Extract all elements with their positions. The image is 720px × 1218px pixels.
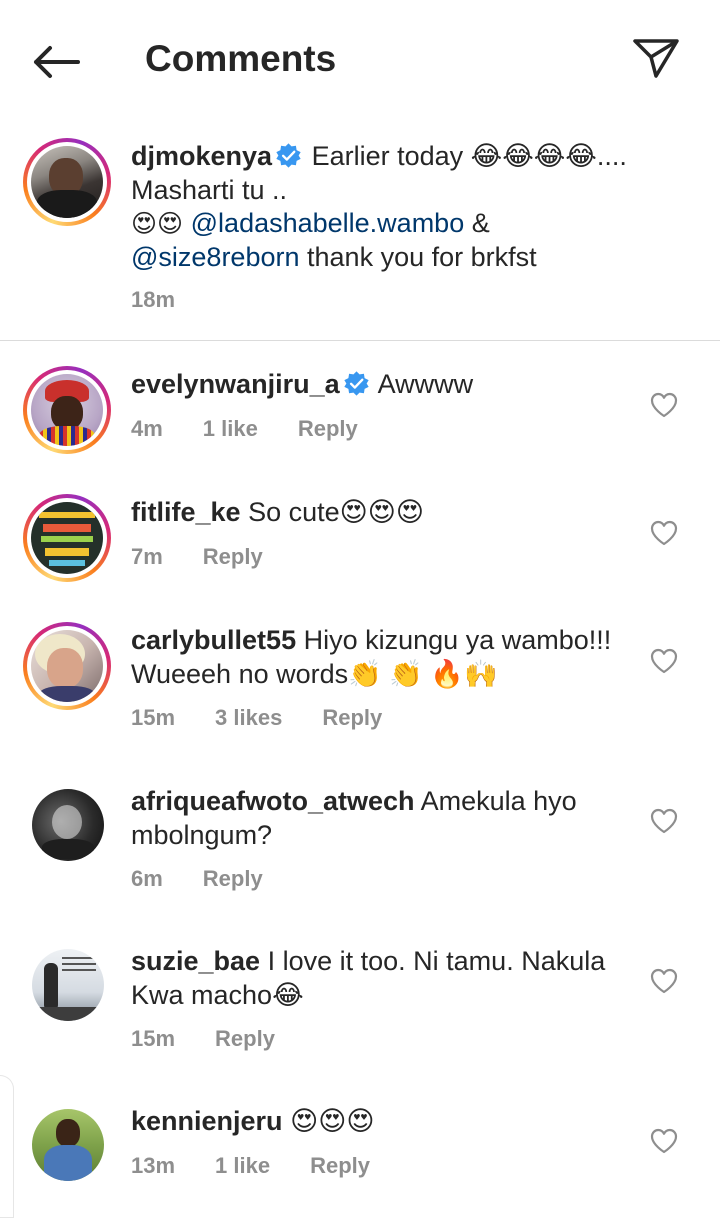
comment-timestamp: 4m — [131, 416, 163, 441]
caption-ampersand: & — [471, 208, 490, 238]
comment-meta: 15m Reply — [131, 1026, 315, 1052]
comment-body: afriqueafwoto_atwech Amekula hyo mbolngu… — [131, 785, 631, 852]
reply-button[interactable]: Reply — [322, 705, 382, 731]
verified-badge-icon — [343, 371, 369, 396]
comment-timestamp: 13m — [131, 1153, 176, 1178]
comment-meta: 15m 3 likes Reply — [131, 705, 422, 731]
comment-username[interactable]: evelynwanjiru_a — [131, 369, 340, 399]
back-button[interactable] — [30, 40, 82, 84]
like-count[interactable]: 1 like — [215, 1153, 270, 1179]
avatar[interactable] — [23, 138, 111, 226]
mention-link[interactable]: @ladashabelle.wambo — [191, 208, 465, 238]
avatar[interactable] — [32, 789, 104, 861]
comment-meta: 7m Reply — [131, 544, 303, 570]
avatar[interactable] — [32, 949, 104, 1021]
comment-username[interactable]: afriqueafwoto_atwech — [131, 786, 415, 816]
reply-button[interactable]: Reply — [298, 416, 358, 442]
post-caption: djmokenya Earlier today 😂😂😂😂.... Mashart… — [131, 140, 691, 274]
reply-button[interactable]: Reply — [203, 866, 263, 892]
comment-timestamp: 7m — [131, 544, 163, 569]
caption-username[interactable]: djmokenya — [131, 141, 272, 171]
reply-button[interactable]: Reply — [310, 1153, 370, 1179]
comment-timestamp: 15m — [131, 1026, 176, 1051]
side-edge-handle[interactable] — [0, 1075, 14, 1218]
comment-meta: 13m 1 like Reply — [131, 1153, 410, 1179]
reply-button[interactable]: Reply — [215, 1026, 275, 1052]
comment-username[interactable]: kennienjeru — [131, 1106, 283, 1136]
caption-emoji: 😍😍 — [131, 209, 184, 238]
caption-timestamp: 18m — [131, 287, 176, 312]
comment-text: 😍😍😍 — [290, 1106, 375, 1136]
comment-body: suzie_bae I love it too. Ni tamu. Nakula… — [131, 945, 631, 1012]
heart-outline-icon[interactable] — [650, 648, 678, 674]
comment-text: Awwww — [377, 369, 474, 399]
comment-username[interactable]: fitlife_ke — [131, 497, 241, 527]
comment-meta: 4m 1 like Reply — [131, 416, 398, 442]
like-count[interactable]: 3 likes — [215, 705, 282, 731]
comment-username[interactable]: carlybullet55 — [131, 625, 296, 655]
paper-plane-icon — [633, 39, 679, 78]
comment-text: So cute😍😍😍 — [248, 497, 425, 527]
comment-body: kennienjeru 😍😍😍 — [131, 1105, 631, 1139]
heart-outline-icon[interactable] — [650, 1128, 678, 1154]
like-count[interactable]: 1 like — [203, 416, 258, 442]
comment-meta: 6m Reply — [131, 866, 303, 892]
caption-line-4: thank you for brkfst — [307, 241, 537, 272]
mention-link[interactable]: @size8reborn — [131, 242, 300, 272]
avatar[interactable] — [23, 366, 111, 454]
heart-outline-icon[interactable] — [650, 968, 678, 994]
heart-outline-icon[interactable] — [650, 520, 678, 546]
arrow-left-icon — [34, 46, 80, 78]
avatar[interactable] — [32, 1109, 104, 1181]
comment-timestamp: 15m — [131, 705, 176, 730]
comment-username[interactable]: suzie_bae — [131, 946, 260, 976]
comment-body: fitlife_ke So cute😍😍😍 — [131, 496, 631, 530]
heart-outline-icon[interactable] — [650, 392, 678, 418]
comment-body: carlybullet55 Hiyo kizungu ya wambo!!! W… — [131, 624, 631, 691]
page-title: Comments — [145, 38, 337, 79]
header-bar: Comments — [0, 0, 720, 120]
caption-line-2: Masharti tu .. — [131, 174, 288, 205]
share-button[interactable] — [628, 32, 684, 84]
reply-button[interactable]: Reply — [203, 544, 263, 570]
divider — [0, 340, 720, 341]
verified-badge-icon — [276, 143, 301, 168]
caption-line-1: Earlier today 😂😂😂😂.... — [311, 141, 627, 171]
comment-timestamp: 6m — [131, 866, 163, 891]
comment-body: evelynwanjiru_a Awwww — [131, 368, 631, 402]
heart-outline-icon[interactable] — [650, 808, 678, 834]
avatar[interactable] — [23, 622, 111, 710]
avatar[interactable] — [23, 494, 111, 582]
